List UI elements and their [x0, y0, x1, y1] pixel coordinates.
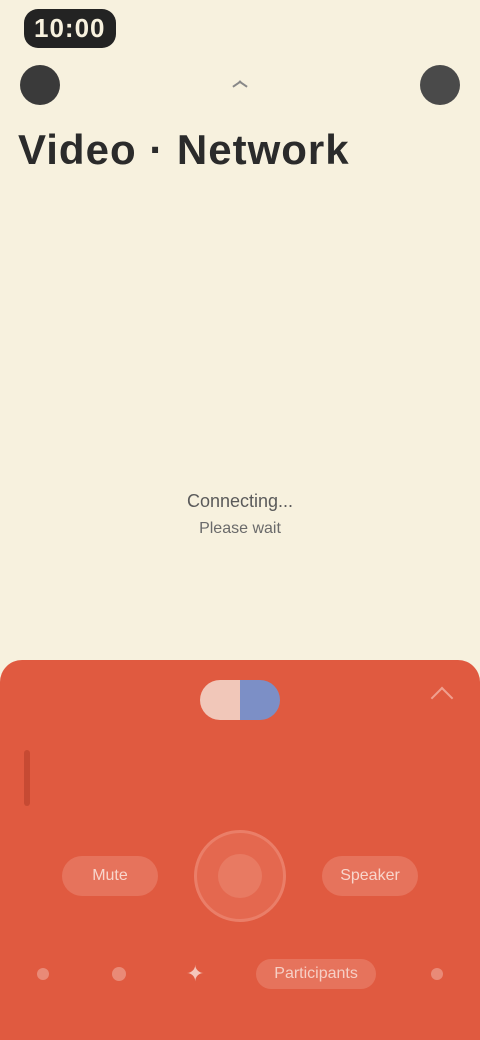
panel-handle[interactable]	[200, 680, 280, 720]
toolbar-right-button[interactable]	[422, 954, 452, 994]
status-bar: 10:00	[0, 0, 480, 56]
handle-left-segment	[200, 680, 240, 720]
collapse-button[interactable]	[218, 63, 262, 107]
call-status-sub: Please wait	[199, 519, 281, 537]
chevron-down-icon	[232, 80, 248, 90]
call-status-line: Connecting...	[186, 490, 294, 511]
dot-icon	[430, 968, 443, 980]
gear-icon	[420, 65, 460, 105]
chevron-up-icon[interactable]	[430, 686, 454, 710]
end-call-button[interactable]	[194, 830, 286, 922]
status-time: 10:00	[24, 8, 116, 48]
back-icon	[20, 65, 60, 105]
participants-button[interactable]: Participants	[256, 954, 376, 994]
handle-right-segment	[240, 680, 280, 720]
end-call-icon	[218, 854, 262, 898]
bottom-panel: Mute Speaker ✦ Participants	[0, 660, 480, 1040]
call-status: Connecting... Please wait	[110, 490, 370, 538]
dot-icon	[37, 968, 49, 980]
bottom-toolbar: ✦ Participants	[0, 946, 480, 1002]
toolbar-left-button[interactable]	[28, 954, 58, 994]
star-icon: ✦	[185, 961, 205, 986]
controls-row: Mute Speaker	[0, 828, 480, 924]
toolbar-star-button[interactable]: ✦	[180, 954, 210, 994]
call-title: Video · Network	[18, 126, 350, 173]
side-indicator	[24, 750, 30, 806]
mute-button[interactable]: Mute	[62, 856, 158, 896]
participants-label: Participants	[256, 959, 376, 989]
toolbar-dot-button[interactable]	[104, 954, 134, 994]
top-bar	[0, 58, 480, 112]
back-button[interactable]	[18, 63, 62, 107]
settings-button[interactable]	[418, 63, 462, 107]
speaker-button[interactable]: Speaker	[322, 856, 418, 896]
dot-icon	[112, 967, 127, 981]
